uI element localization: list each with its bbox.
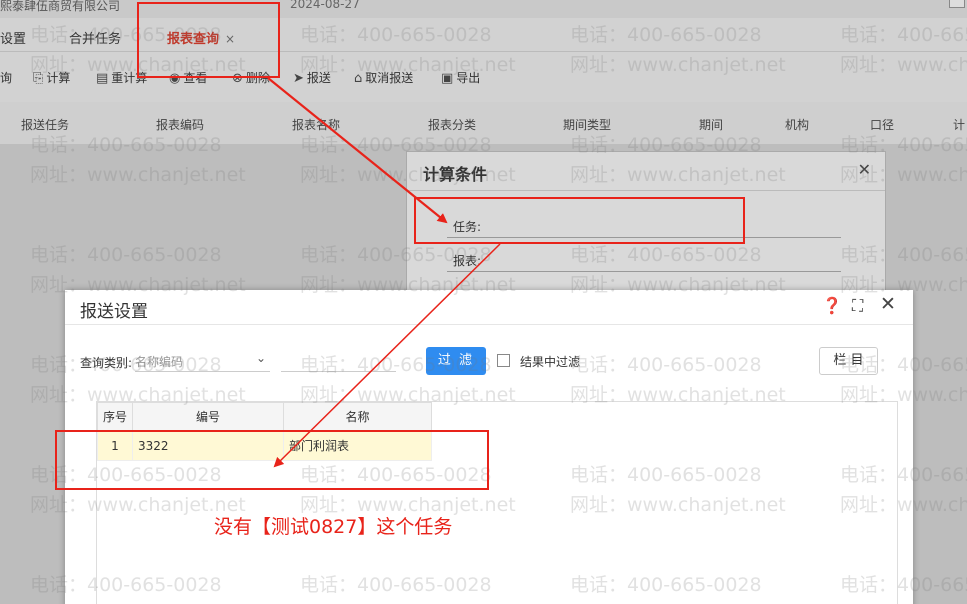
arrow-tab-to-task xyxy=(267,77,448,224)
annotation-arrows xyxy=(267,77,501,468)
arrow-task-to-table xyxy=(273,243,501,468)
